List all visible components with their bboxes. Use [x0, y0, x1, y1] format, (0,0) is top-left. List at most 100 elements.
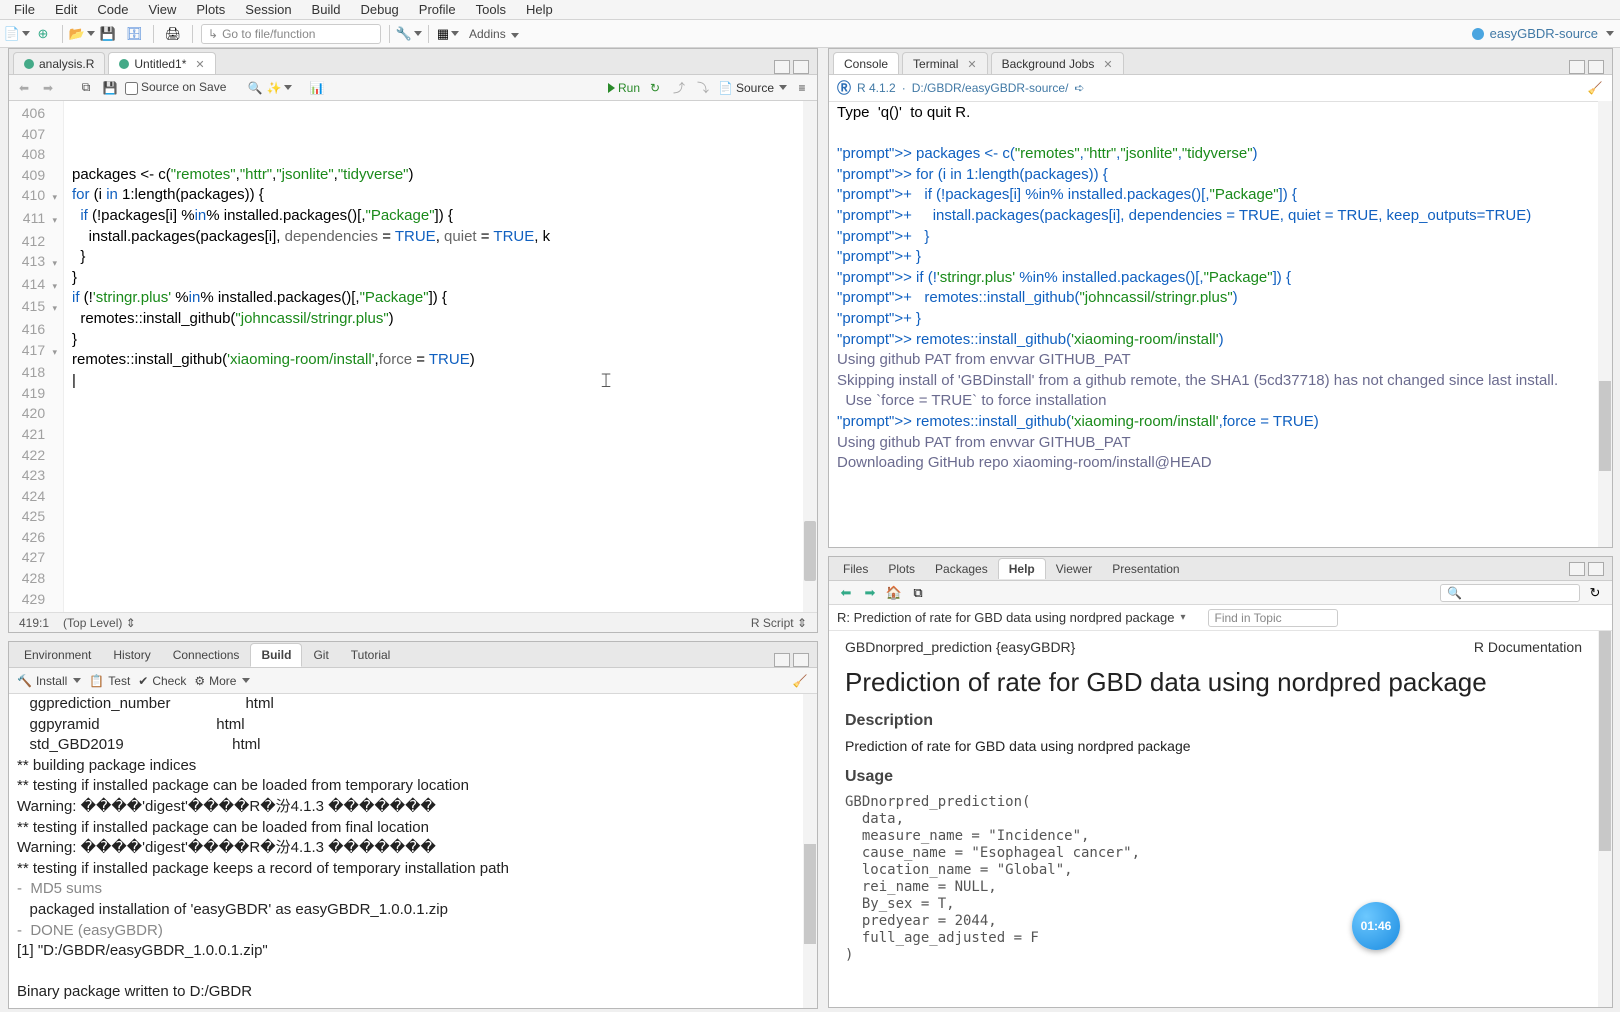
tab-presentation[interactable]: Presentation [1102, 559, 1189, 579]
menu-edit[interactable]: Edit [45, 0, 87, 19]
tab-connections[interactable]: Connections [162, 643, 251, 667]
menu-help[interactable]: Help [516, 0, 563, 19]
tab-help[interactable]: Help [998, 558, 1046, 579]
more-button[interactable]: ⚙ More [194, 674, 250, 688]
menu-plots[interactable]: Plots [186, 0, 235, 19]
help-refresh-button[interactable]: ↻ [1586, 584, 1604, 602]
close-icon[interactable]: ✕ [1103, 58, 1112, 71]
tab-plots[interactable]: Plots [878, 559, 925, 579]
print-button[interactable]: 🖨 [162, 23, 184, 45]
help-search-input[interactable]: 🔍 [1440, 584, 1580, 602]
test-button[interactable]: 📋 Test [89, 674, 130, 688]
console-vscrollbar[interactable] [1598, 101, 1612, 547]
help-content[interactable]: GBDnorpred_prediction {easyGBDR} R Docum… [829, 631, 1598, 1007]
build-pane: Environment History Connections Build Gi… [8, 641, 818, 1009]
new-file-button[interactable]: 📄 [6, 23, 28, 45]
source-button[interactable]: 📄Source [718, 81, 787, 95]
addins-button[interactable]: Addins [469, 27, 519, 41]
maximize-pane-button[interactable] [1588, 60, 1604, 74]
menu-file[interactable]: File [4, 0, 45, 19]
tab-terminal[interactable]: Terminal✕ [902, 52, 988, 74]
save-button[interactable]: 💾 [101, 79, 119, 97]
close-icon[interactable]: ✕ [195, 58, 204, 71]
tab-tutorial[interactable]: Tutorial [340, 643, 402, 667]
maximize-pane-button[interactable] [1588, 562, 1604, 576]
scope-selector[interactable]: (Top Level) ⇕ [63, 616, 136, 630]
help-popout-button[interactable]: ⧉ [909, 584, 927, 602]
tab-packages[interactable]: Packages [925, 559, 998, 579]
menu-view[interactable]: View [138, 0, 186, 19]
menu-tools[interactable]: Tools [466, 0, 516, 19]
working-directory[interactable]: D:/GBDR/easyGBDR-source/ [912, 81, 1069, 95]
back-button[interactable]: ⬅ [15, 79, 33, 97]
source-on-save-checkbox[interactable]: Source on Save [125, 80, 226, 94]
go-up-button[interactable]: ⤴ [670, 79, 688, 97]
find-button[interactable]: 🔍 [246, 79, 264, 97]
help-back-button[interactable]: ⬅ [837, 584, 855, 602]
build-vscrollbar[interactable] [803, 694, 817, 1008]
save-all-button[interactable]: 🗄 [123, 23, 145, 45]
clear-build-button[interactable]: 🧹 [791, 672, 809, 690]
clear-console-button[interactable]: 🧹 [1586, 79, 1604, 97]
close-icon[interactable]: ✕ [967, 58, 976, 71]
install-button[interactable]: 🔨 Install [17, 674, 81, 688]
tab-history[interactable]: History [102, 643, 161, 667]
wd-arrow-icon[interactable]: ➪ [1074, 81, 1084, 95]
tab-console[interactable]: Console [833, 52, 899, 74]
tab-untitled1[interactable]: Untitled1*✕ [108, 52, 215, 74]
console-output[interactable]: Type 'q()' to quit R. "prompt">> package… [829, 101, 1598, 547]
help-home-button[interactable]: 🏠 [885, 584, 903, 602]
run-button[interactable]: Run [608, 81, 640, 95]
menu-session[interactable]: Session [235, 0, 301, 19]
goto-file-input[interactable]: ↳ Go to file/function [201, 24, 381, 44]
report-button[interactable]: 📊 [308, 79, 326, 97]
code-area[interactable]: packages <- c("remotes","httr","jsonlite… [64, 101, 817, 612]
r-file-icon [119, 59, 129, 69]
tab-background-jobs[interactable]: Background Jobs✕ [991, 52, 1124, 74]
chevron-down-icon[interactable]: ▾ [1180, 612, 1185, 623]
tab-git[interactable]: Git [302, 643, 339, 667]
build-output[interactable]: ggprediction_number html ggpyramid html … [9, 694, 803, 1008]
menu-debug[interactable]: Debug [350, 0, 408, 19]
new-project-button[interactable]: ⊕ [32, 23, 54, 45]
check-button[interactable]: ✔ Check [138, 674, 186, 688]
maximize-pane-button[interactable] [793, 60, 809, 74]
menu-build[interactable]: Build [302, 0, 351, 19]
tab-files[interactable]: Files [833, 559, 878, 579]
project-menu[interactable]: easyGBDR-source [1472, 26, 1614, 41]
maximize-pane-button[interactable] [793, 653, 809, 667]
code-editor[interactable]: 406 407 408 409 410 ▾411 ▾412 413 ▾414 ▾… [9, 101, 817, 612]
r-version: R 4.1.2 [857, 81, 896, 95]
tools-button[interactable]: 🔧 [398, 23, 420, 45]
open-file-button[interactable]: 📂 [71, 23, 93, 45]
minimize-pane-button[interactable] [774, 60, 790, 74]
minimize-pane-button[interactable] [1569, 562, 1585, 576]
minimize-pane-button[interactable] [774, 653, 790, 667]
help-title: Prediction of rate for GBD data using no… [845, 667, 1582, 698]
grid-button[interactable]: ▦ [437, 23, 459, 45]
language-selector[interactable]: R Script ⇕ [751, 616, 807, 630]
menu-code[interactable]: Code [87, 0, 138, 19]
show-in-new-window-button[interactable]: ⧉ [77, 79, 95, 97]
save-button[interactable]: 💾 [97, 23, 119, 45]
find-in-topic-input[interactable]: Find in Topic [1208, 609, 1338, 627]
minimize-pane-button[interactable] [1569, 60, 1585, 74]
go-down-button[interactable]: ⤵ [694, 79, 712, 97]
tab-environment[interactable]: Environment [13, 643, 102, 667]
help-tabstrip: Files Plots Packages Help Viewer Present… [829, 557, 1612, 581]
tab-viewer[interactable]: Viewer [1046, 559, 1102, 579]
rerun-button[interactable]: ↻ [646, 79, 664, 97]
help-vscrollbar[interactable] [1598, 631, 1612, 1007]
r-file-icon [24, 59, 34, 69]
help-toolbar: ⬅ ➡ 🏠 ⧉ 🔍 ↻ [829, 581, 1612, 605]
goto-placeholder: Go to file/function [222, 27, 315, 41]
forward-button[interactable]: ➡ [39, 79, 57, 97]
wand-button[interactable]: ✨ [270, 79, 288, 97]
tab-build[interactable]: Build [250, 643, 302, 667]
menu-profile[interactable]: Profile [409, 0, 466, 19]
tab-analysis-r[interactable]: analysis.R [13, 52, 105, 74]
help-symbol: GBDnorpred_prediction {easyGBDR} [845, 639, 1075, 655]
outline-button[interactable]: ≡ [793, 79, 811, 97]
editor-vscrollbar[interactable] [803, 101, 817, 612]
help-forward-button[interactable]: ➡ [861, 584, 879, 602]
